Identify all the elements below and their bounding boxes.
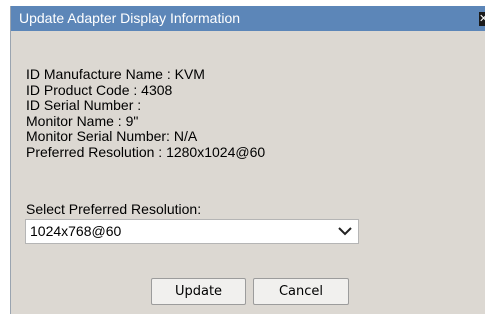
resolution-select-value: 1024x768@60	[30, 223, 122, 239]
serial-number-text: ID Serial Number :	[26, 97, 142, 114]
close-icon[interactable]: ✕	[479, 12, 485, 26]
dialog-title: Update Adapter Display Information	[19, 10, 241, 26]
resolution-select[interactable]: 1024x768@60	[25, 219, 359, 244]
monitor-name-text: Monitor Name : 9"	[26, 112, 139, 129]
product-code-text: ID Product Code : 4308	[26, 81, 173, 98]
chevron-down-icon	[338, 227, 352, 236]
adapter-info: ID Manufacture Name : KVM ID Product Cod…	[26, 66, 266, 161]
update-adapter-dialog: Update Adapter Display Information ✕ ID …	[10, 6, 485, 314]
manufacture-name-text: ID Manufacture Name : KVM	[26, 66, 205, 82]
select-resolution-label: Select Preferred Resolution:	[26, 201, 202, 217]
cancel-button[interactable]: Cancel	[253, 278, 349, 305]
monitor-serial-text: Monitor Serial Number: N/A	[26, 128, 198, 145]
preferred-resolution-text: Preferred Resolution : 1280x1024@60	[26, 143, 266, 160]
dialog-titlebar[interactable]: Update Adapter Display Information ✕	[11, 6, 485, 31]
update-button[interactable]: Update	[151, 278, 246, 305]
